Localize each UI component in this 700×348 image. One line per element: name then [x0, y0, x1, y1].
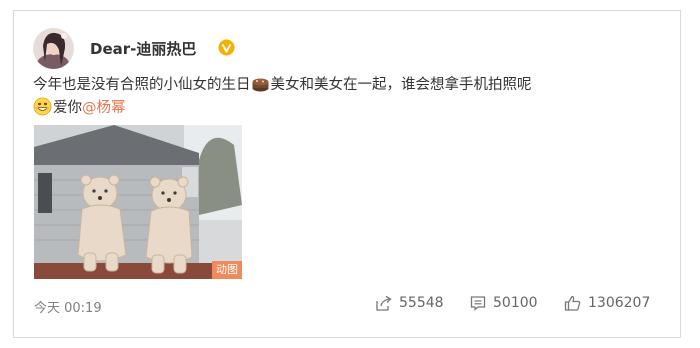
forward-icon — [376, 295, 392, 311]
comment-icon — [470, 296, 486, 311]
post-timestamp[interactable]: 今天 00:19 — [34, 297, 102, 316]
gif-badge: 动图 — [212, 261, 242, 279]
forward-count: 55548 — [399, 295, 444, 311]
cake-emoji-icon — [252, 78, 268, 92]
gif-preview-image — [34, 125, 242, 279]
post-text-part: 爱你 — [53, 100, 82, 116]
post-text-part: 美女和美女在一起，谁会想拿手机拍照呢 — [270, 77, 532, 93]
mention-link[interactable]: @杨幂 — [82, 100, 126, 116]
avatar[interactable] — [33, 28, 74, 69]
author-name[interactable]: Dear-迪丽热巴 — [90, 38, 196, 59]
smile-emoji-icon — [33, 97, 52, 116]
like-button[interactable]: 1306207 — [564, 295, 650, 311]
verified-v-badge-icon — [218, 39, 235, 56]
forward-button[interactable]: 55548 — [376, 295, 444, 311]
gif-thumbnail[interactable]: 动图 — [34, 125, 242, 279]
post-text: 今年也是没有合照的小仙女的生日 美女和美女在一起，谁会想拿手机拍照呢 爱你@杨幂 — [33, 74, 673, 120]
thumbs-up-icon — [564, 295, 581, 311]
post-text-part: 今年也是没有合照的小仙女的生日 — [33, 77, 251, 93]
like-count: 1306207 — [588, 295, 651, 311]
comment-button[interactable]: 50100 — [470, 295, 538, 311]
weibo-post-card: Dear-迪丽热巴 今年也是没有合照的小仙女的生日 美女和美女在一起，谁会想拿手… — [13, 10, 681, 338]
comment-count: 50100 — [493, 295, 538, 311]
